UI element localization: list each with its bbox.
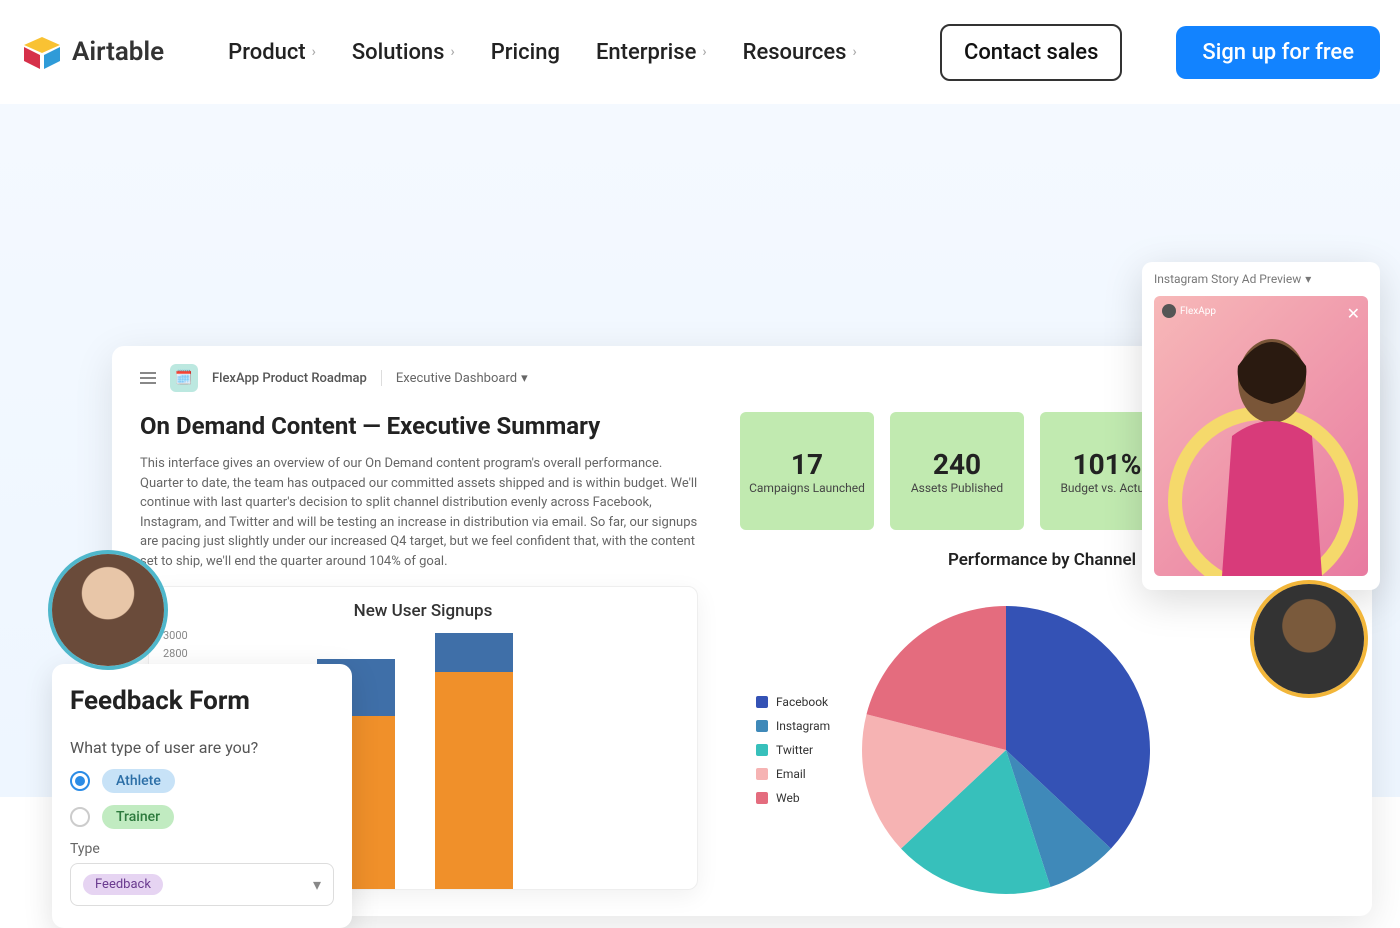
bar-column <box>435 633 513 889</box>
radio-option-trainer[interactable]: Trainer <box>70 805 334 829</box>
close-icon[interactable]: ✕ <box>1347 304 1360 323</box>
workspace-name: FlexApp Product Roadmap <box>212 371 367 386</box>
bar-chart-title: New User Signups <box>159 601 687 621</box>
chevron-down-icon: ▾ <box>1305 272 1311 286</box>
chevron-right-icon: › <box>451 44 455 60</box>
nav-solutions[interactable]: Solutions› <box>352 40 455 65</box>
avatar <box>1250 580 1368 698</box>
pie-legend: Facebook Instagram Twitter Email Web <box>756 695 830 805</box>
instagram-preview-card: Instagram Story Ad Preview▾ FlexApp ✕ <box>1142 262 1380 590</box>
legend-item: Twitter <box>756 743 830 757</box>
view-dropdown[interactable]: Executive Dashboard▾ <box>396 371 528 386</box>
workspace-icon: 🗓️ <box>170 364 198 392</box>
instagram-story-image: FlexApp ✕ <box>1154 296 1368 576</box>
signup-button[interactable]: Sign up for free <box>1176 26 1380 79</box>
chevron-right-icon: › <box>312 44 316 60</box>
instagram-account-tag: FlexApp <box>1162 304 1216 318</box>
nav-resources[interactable]: Resources› <box>743 40 857 65</box>
feedback-title: Feedback Form <box>70 686 334 716</box>
contact-sales-button[interactable]: Contact sales <box>940 24 1122 81</box>
brand-name: Airtable <box>72 37 164 67</box>
legend-item: Email <box>756 767 830 781</box>
menu-icon[interactable] <box>140 372 156 384</box>
nav-links: Product› Solutions› Pricing Enterprise› … <box>228 40 856 65</box>
legend-item: Facebook <box>756 695 830 709</box>
chevron-down-icon: ▾ <box>521 371 528 386</box>
kpi-assets: 240Assets Published <box>890 412 1024 530</box>
pie-chart <box>856 600 1156 900</box>
radio-icon <box>70 771 90 791</box>
nav-enterprise[interactable]: Enterprise› <box>596 40 707 65</box>
logo-icon <box>20 33 64 71</box>
dashboard-title: On Demand Content — Executive Summary <box>140 412 700 440</box>
legend-item: Web <box>756 791 830 805</box>
legend-item: Instagram <box>756 719 830 733</box>
radio-option-athlete[interactable]: Athlete <box>70 769 334 793</box>
type-label: Type <box>70 841 334 857</box>
chevron-down-icon: ▾ <box>313 875 321 894</box>
nav-product[interactable]: Product› <box>228 40 316 65</box>
radio-icon <box>70 807 90 827</box>
chevron-right-icon: › <box>702 44 706 60</box>
logo[interactable]: Airtable <box>20 33 164 71</box>
avatar <box>48 550 168 670</box>
kpi-campaigns: 17Campaigns Launched <box>740 412 874 530</box>
chevron-right-icon: › <box>852 44 856 60</box>
type-select[interactable]: Feedback ▾ <box>70 863 334 906</box>
hero: 🗓️ FlexApp Product Roadmap Executive Das… <box>0 104 1400 797</box>
feedback-question: What type of user are you? <box>70 738 334 757</box>
feedback-form-card: Feedback Form What type of user are you?… <box>52 664 352 928</box>
nav-pricing[interactable]: Pricing <box>491 40 560 65</box>
dashboard-summary: This interface gives an overview of our … <box>140 454 700 571</box>
top-nav: Airtable Product› Solutions› Pricing Ent… <box>0 0 1400 104</box>
person-graphic <box>1192 326 1352 576</box>
instagram-title[interactable]: Instagram Story Ad Preview▾ <box>1154 272 1368 286</box>
